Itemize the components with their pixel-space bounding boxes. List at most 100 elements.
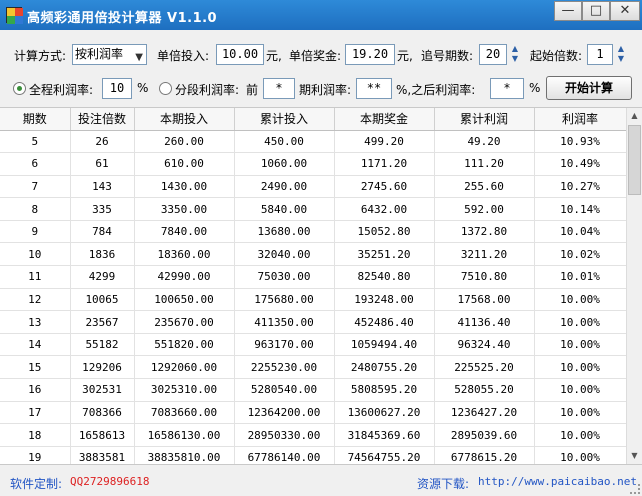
- segment-rate-radio[interactable]: [159, 82, 172, 95]
- table-cell: 96324.40: [434, 333, 535, 357]
- table-row[interactable]: 11 4299 42990.00 75030.00 82540.80 7510.80 10.…: [0, 265, 626, 289]
- table-cell: 49.20: [434, 130, 535, 154]
- status-bar: 软件定制: QQ2729896618 资源下载: http://www.paic…: [0, 464, 642, 496]
- unit-prize-input[interactable]: 19.20: [345, 44, 395, 65]
- table-cell: 1430.00: [134, 175, 235, 199]
- table-row[interactable]: 13 23567 235670.00 411350.00 452486.40 41136.…: [0, 310, 626, 334]
- chevron-down-icon[interactable]: ▼: [508, 54, 522, 64]
- chevron-up-icon[interactable]: ▲: [614, 44, 628, 54]
- table-row[interactable]: 16 302531 3025310.00 5280540.00 5808595.20 52…: [0, 378, 626, 402]
- unit-prize-label: 单倍奖金:: [289, 49, 342, 63]
- periods-input[interactable]: 20: [479, 44, 507, 65]
- start-multiple-stepper[interactable]: ▲ ▼: [614, 44, 628, 65]
- table-row[interactable]: 12 10065 100650.00 175680.00 193248.00 17568.…: [0, 288, 626, 312]
- table-cell: 260.00: [134, 130, 235, 154]
- unit-prize-unit: 元,: [397, 49, 413, 63]
- table-cell: 1836: [70, 242, 135, 267]
- table-cell: 10.00%: [534, 333, 626, 357]
- periods-stepper[interactable]: ▲ ▼: [508, 44, 522, 65]
- calc-mode-select[interactable]: 按利润率 ▼: [72, 44, 147, 65]
- table-cell: 10: [0, 242, 71, 267]
- table-cell: 12364200.00: [234, 401, 335, 425]
- period-rate-input[interactable]: **: [356, 78, 392, 99]
- table-cell: 61: [70, 152, 135, 176]
- calc-mode-label: 计算方式:: [14, 49, 67, 63]
- start-multiple-input[interactable]: 1: [587, 44, 613, 65]
- table-row[interactable]: 18 1658613 16586130.00 28950330.00 31845369.…: [0, 423, 626, 447]
- start-calc-button[interactable]: 开始计算: [546, 76, 632, 100]
- resize-grip[interactable]: [630, 484, 640, 494]
- column-header[interactable]: 累计利润: [434, 108, 535, 131]
- scroll-down-icon[interactable]: ▼: [627, 448, 642, 464]
- table-cell: 7083660.00: [134, 401, 235, 425]
- table-cell: 708366: [70, 401, 135, 425]
- table-cell: 15: [0, 355, 71, 380]
- full-rate-radio[interactable]: [13, 82, 26, 95]
- table-cell: 784: [70, 220, 135, 244]
- unit-bet-input[interactable]: 10.00: [216, 44, 264, 65]
- table-cell: 7: [0, 175, 71, 199]
- table-cell: 28950330.00: [234, 423, 335, 447]
- after-rate-input[interactable]: *: [490, 78, 524, 99]
- table-cell: 452486.40: [334, 310, 435, 334]
- table-cell: 13680.00: [234, 220, 335, 244]
- table-cell: 10.01%: [534, 265, 626, 289]
- table-row[interactable]: 14 55182 551820.00 963170.00 1059494.40 96324…: [0, 333, 626, 357]
- table-row[interactable]: 9 784 7840.00 13680.00 15052.80 1372.80 10.04%: [0, 220, 626, 244]
- scroll-thumb[interactable]: [628, 125, 641, 195]
- table-cell: 3350.00: [134, 197, 235, 221]
- table-cell: 5280540.00: [234, 378, 335, 402]
- unit-bet-label: 单倍投入:: [157, 49, 210, 63]
- column-header[interactable]: 本期投入: [134, 108, 235, 131]
- table-row[interactable]: 8 335 3350.00 5840.00 6432.00 592.00 10.14%: [0, 197, 626, 221]
- table-cell: 10.00%: [534, 423, 626, 447]
- column-header[interactable]: 利润率: [534, 108, 626, 131]
- chevron-down-icon: ▼: [135, 52, 143, 63]
- maximize-button[interactable]: □: [582, 1, 610, 21]
- vertical-scrollbar[interactable]: ▲ ▼: [626, 108, 642, 464]
- table-cell: 19: [0, 446, 71, 464]
- column-header[interactable]: 本期奖金: [334, 108, 435, 131]
- chevron-down-icon[interactable]: ▼: [614, 54, 628, 64]
- table-cell: 10.04%: [534, 220, 626, 244]
- table-cell: 175680.00: [234, 288, 335, 312]
- column-header[interactable]: 期数: [0, 108, 71, 131]
- table-row[interactable]: 19 3883581 38835810.00 67786140.00 74564755.…: [0, 446, 626, 464]
- table-cell: 15052.80: [334, 220, 435, 244]
- table-cell: 2255230.00: [234, 355, 335, 380]
- column-header[interactable]: 累计投入: [234, 108, 335, 131]
- table-cell: 82540.80: [334, 265, 435, 289]
- table-cell: 10.00%: [534, 446, 626, 464]
- full-rate-percent: %: [137, 81, 149, 95]
- custom-label: 软件定制:: [10, 477, 63, 491]
- table-cell: 111.20: [434, 152, 535, 176]
- after-rate-label: %,之后利润率:: [396, 83, 476, 97]
- download-link[interactable]: http://www.paicaibao.net: [478, 475, 637, 488]
- table-cell: 23567: [70, 310, 135, 334]
- minimize-button[interactable]: —: [554, 1, 582, 21]
- table-row[interactable]: 17 708366 7083660.00 12364200.00 13600627.20…: [0, 401, 626, 425]
- scroll-up-icon[interactable]: ▲: [627, 108, 642, 124]
- table-row[interactable]: 7 143 1430.00 2490.00 2745.60 255.60 10.27%: [0, 175, 626, 199]
- close-button[interactable]: ✕: [610, 1, 640, 21]
- unit-bet-unit: 元,: [266, 49, 282, 63]
- table-row[interactable]: 5 26 260.00 450.00 499.20 49.20 10.93%: [0, 130, 626, 154]
- table-cell: 10.14%: [534, 197, 626, 221]
- front-periods-input[interactable]: *: [263, 78, 295, 99]
- title-bar: 高频彩通用倍投计算器 V1.1.0 — □ ✕: [0, 0, 642, 30]
- full-rate-input[interactable]: 10: [102, 78, 132, 99]
- table-cell: 5840.00: [234, 197, 335, 221]
- table-cell: 74564755.20: [334, 446, 435, 464]
- column-header[interactable]: 投注倍数: [70, 108, 135, 131]
- table-row[interactable]: 6 61 610.00 1060.00 1171.20 111.20 10.49%: [0, 152, 626, 176]
- table-cell: 2480755.20: [334, 355, 435, 380]
- table-row[interactable]: 15 129206 1292060.00 2255230.00 2480755.20 22…: [0, 355, 626, 380]
- table-cell: 1292060.00: [134, 355, 235, 380]
- table-cell: 10.00%: [534, 288, 626, 312]
- table-header-row: 期数 投注倍数 本期投入 累计投入 本期奖金 累计利润 利润率: [0, 108, 626, 131]
- table-cell: 55182: [70, 333, 135, 357]
- chevron-up-icon[interactable]: ▲: [508, 44, 522, 54]
- table-cell: 9: [0, 220, 71, 244]
- table-row[interactable]: 10 1836 18360.00 32040.00 35251.20 3211.20 10.…: [0, 242, 626, 267]
- table-cell: 12: [0, 288, 71, 312]
